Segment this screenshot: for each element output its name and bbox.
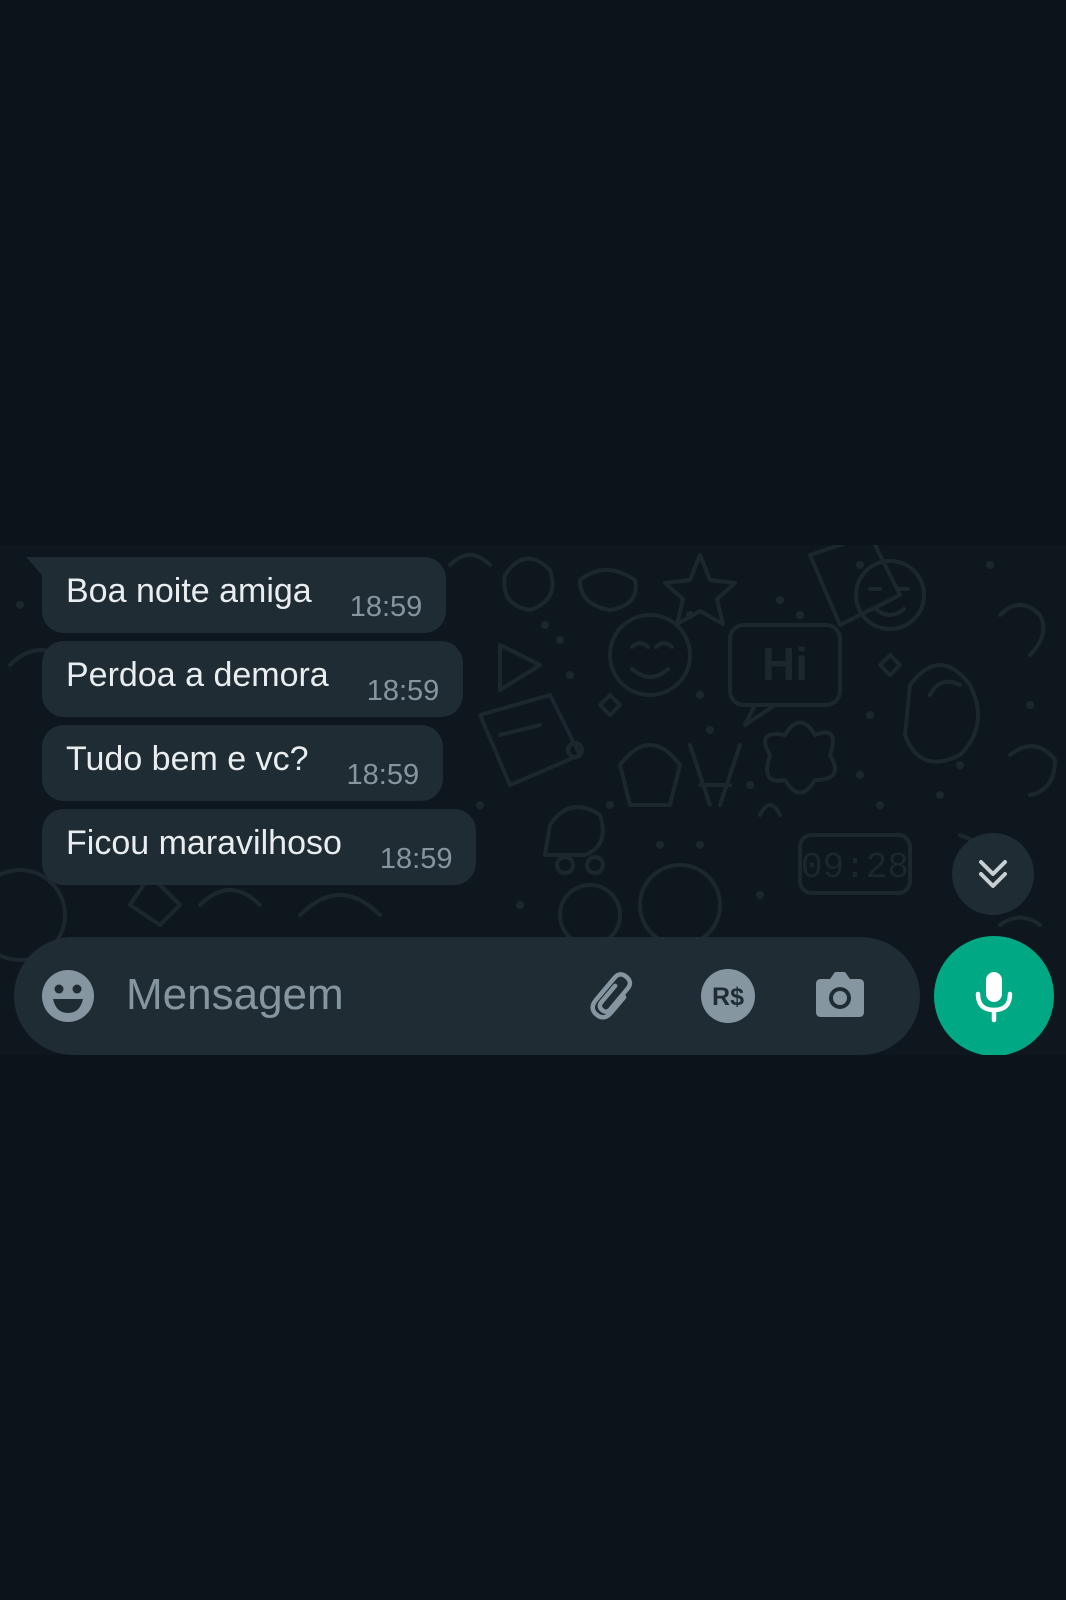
emoji-button[interactable] (40, 968, 96, 1024)
message-text: Perdoa a demora (66, 656, 329, 694)
emoji-icon (42, 970, 94, 1022)
bubble-tail (26, 557, 42, 575)
payment-icon: R$ (701, 969, 755, 1023)
message-text: Ficou maravilhoso (66, 824, 342, 862)
message-bubble[interactable]: Tudo bem e vc? 18:59 (42, 725, 444, 801)
voice-message-button[interactable] (934, 936, 1054, 1055)
message-bubble[interactable]: Perdoa a demora 18:59 (42, 641, 464, 717)
paperclip-icon (590, 972, 633, 1020)
message-bubble[interactable]: Boa noite amiga 18:59 (26, 557, 447, 633)
message-composer[interactable]: Mensagem R$ (14, 937, 920, 1055)
payment-button[interactable]: R$ (700, 968, 756, 1024)
message-bubble[interactable]: Ficou maravilhoso 18:59 (42, 809, 477, 885)
wallpaper-hi-text: Hi (762, 638, 808, 690)
message-input[interactable]: Mensagem (126, 973, 344, 1017)
payment-label: R$ (712, 983, 744, 1011)
message-time: 18:59 (366, 674, 440, 707)
mic-icon (975, 972, 1013, 1023)
message-text: Boa noite amiga (66, 572, 312, 610)
message-time: 18:59 (379, 842, 453, 875)
scroll-to-bottom-button[interactable] (952, 833, 1034, 915)
attach-button[interactable] (586, 968, 642, 1024)
message-time: 18:59 (349, 590, 423, 623)
camera-icon (816, 972, 864, 1017)
wallpaper-clock-text: 09:28 (801, 847, 909, 888)
message-time: 18:59 (346, 758, 420, 791)
double-chevron-down-icon (979, 860, 1007, 888)
chat-area: Hi 09:28 Boa noite amiga 18:59 Perdoa a … (0, 545, 1066, 1055)
message-text: Tudo bem e vc? (66, 740, 309, 778)
camera-button[interactable] (812, 968, 868, 1024)
